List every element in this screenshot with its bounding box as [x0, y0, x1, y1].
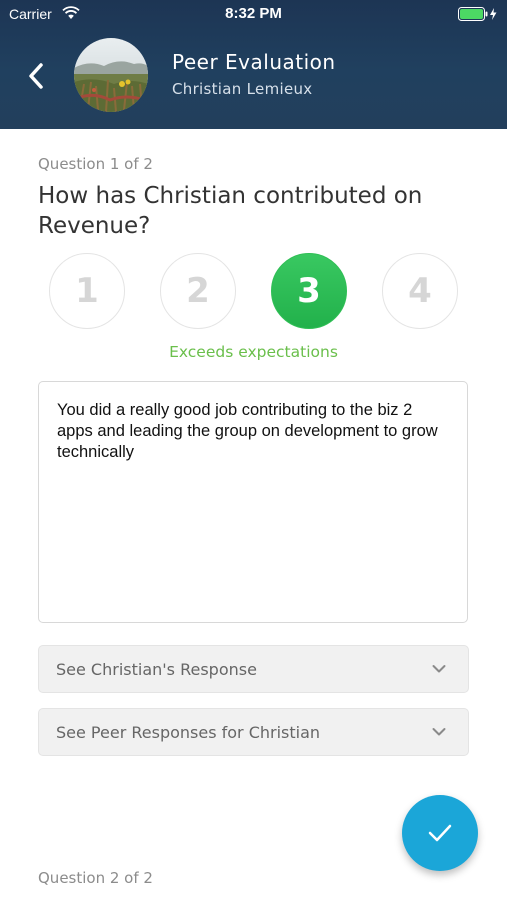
see-peer-responses-accordion[interactable]: See Peer Responses for Christian	[38, 708, 469, 756]
rating-option-1[interactable]: 1	[49, 253, 125, 329]
accordion-label: See Peer Responses for Christian	[56, 723, 321, 742]
avatar-image	[74, 38, 148, 112]
charging-bolt-icon	[490, 8, 497, 20]
comment-textarea[interactable]: You did a really good job contributing t…	[38, 381, 468, 623]
header-subtitle: Christian Lemieux	[172, 80, 313, 98]
checkmark-icon	[428, 824, 452, 842]
rating-option-2[interactable]: 2	[160, 253, 236, 329]
question-counter: Question 1 of 2	[38, 155, 153, 173]
rating-option-4[interactable]: 4	[382, 253, 458, 329]
chevron-down-icon	[432, 665, 446, 673]
chevron-down-icon	[432, 728, 446, 736]
chevron-left-icon	[29, 63, 43, 89]
rating-label: Exceeds expectations	[169, 343, 338, 361]
header-title: Peer Evaluation	[172, 50, 336, 74]
header: Carrier 8:32 PM Peer Evaluation Christia…	[0, 0, 507, 129]
battery-icon	[458, 7, 497, 21]
peer-evaluation-screen: Carrier 8:32 PM Peer Evaluation Christia…	[0, 0, 507, 900]
accordion-label: See Christian's Response	[56, 660, 257, 679]
see-response-accordion[interactable]: See Christian's Response	[38, 645, 469, 693]
status-bar: Carrier 8:32 PM	[0, 0, 507, 30]
question-text: How has Christian contributed on Revenue…	[38, 183, 423, 239]
rating-option-3[interactable]: 3	[271, 253, 347, 329]
submit-button[interactable]	[402, 795, 478, 871]
rating-selector: 1 2 3 4	[49, 253, 469, 331]
clock: 8:32 PM	[225, 5, 282, 22]
next-question-counter: Question 2 of 2	[38, 869, 153, 887]
back-button[interactable]	[22, 58, 52, 94]
avatar	[74, 38, 148, 112]
